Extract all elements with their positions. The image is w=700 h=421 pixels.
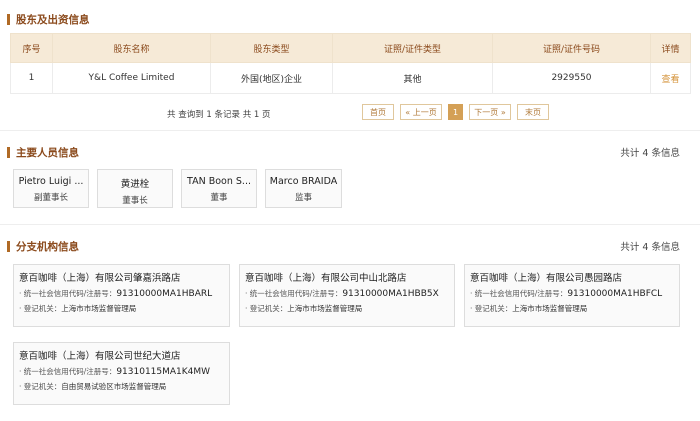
cell-cert-type: 其他 [332, 62, 493, 94]
branch-authority-row: · 登记机关：自由贸易试验区市场监督管理局 [19, 382, 167, 391]
branch-code-row: · 统一社会信用代码/注册号：91310000MA1HBARL [19, 289, 213, 299]
branch-code-label: 统一社会信用代码/注册号： [249, 289, 343, 298]
branch-code: 91310000MA1HBB5X [342, 289, 439, 299]
person-card[interactable]: TAN Boon S... 董事 [181, 169, 257, 208]
pager-current-page[interactable]: 1 [448, 104, 463, 120]
person-card[interactable]: Marco BRAIDA 监事 [265, 169, 342, 208]
pager-first-button[interactable]: 首页 [362, 104, 394, 120]
table-header-row: 序号 股东名称 股东类型 证照/证件类型 证照/证件号码 详情 [10, 33, 691, 63]
branch-name: 意百咖啡（上海）有限公司中山北路店 [245, 273, 407, 284]
pager-last-button[interactable]: 末页 [517, 104, 549, 120]
shareholders-title: 股东及出资信息 [16, 14, 90, 26]
col-header-cert-type: 证照/证件类型 [332, 33, 493, 63]
person-role: 董事 [210, 193, 228, 203]
shareholders-table: 序号 股东名称 股东类型 证照/证件类型 证照/证件号码 详情 1 Y&L Co… [10, 33, 691, 94]
personnel-count: 共计 4 条信息 [620, 148, 680, 159]
branch-code-label: 统一社会信用代码/注册号： [23, 367, 117, 376]
cell-cert-no: 2929550 [492, 62, 651, 94]
person-card[interactable]: Pietro Luigi ... 副董事长 [13, 169, 89, 208]
cell-shareholder-name: Y&L Coffee Limited [52, 62, 211, 94]
person-role: 监事 [294, 193, 312, 203]
table-row: 1 Y&L Coffee Limited 外国(地区)企业 其他 2929550… [10, 62, 691, 94]
branch-authority-row: · 登记机关：上海市市场监督管理局 [470, 304, 588, 313]
shareholders-section-title: 股东及出资信息 [7, 12, 90, 27]
branch-card[interactable]: 意百咖啡（上海）有限公司肇嘉浜路店 · 统一社会信用代码/注册号：9131000… [13, 264, 230, 327]
col-header-cert-no: 证照/证件号码 [492, 33, 651, 63]
branch-name: 意百咖啡（上海）有限公司愚园路店 [470, 273, 623, 284]
branch-code-row: · 统一社会信用代码/注册号：91310000MA1HBFCL [470, 289, 663, 299]
branch-authority-label: 登记机关： [23, 304, 62, 313]
branches-title: 分支机构信息 [16, 241, 79, 253]
record-summary: 共 查询到 1 条记录 共 1 页 [167, 110, 271, 120]
pager-prev-button[interactable]: « 上一页 [400, 104, 442, 120]
person-role: 董事长 [122, 196, 148, 206]
col-header-type: 股东类型 [210, 33, 333, 63]
branch-authority: 自由贸易试验区市场监督管理局 [61, 382, 167, 391]
section-divider [0, 130, 700, 131]
branch-authority-row: · 登记机关：上海市市场监督管理局 [245, 304, 363, 313]
cell-index: 1 [10, 62, 53, 94]
branch-authority-label: 登记机关： [23, 382, 62, 391]
section-accent-bar [7, 241, 10, 252]
person-name: TAN Boon S... [187, 176, 251, 187]
person-name: Pietro Luigi ... [18, 176, 84, 187]
col-header-index: 序号 [10, 33, 53, 63]
col-header-name: 股东名称 [52, 33, 211, 63]
branch-code-row: · 统一社会信用代码/注册号：91310115MA1K4MW [19, 367, 211, 377]
branch-card[interactable]: 意百咖啡（上海）有限公司世纪大道店 · 统一社会信用代码/注册号：9131011… [13, 342, 230, 405]
branch-code-row: · 统一社会信用代码/注册号：91310000MA1HBB5X [245, 289, 439, 299]
branch-card[interactable]: 意百咖啡（上海）有限公司愚园路店 · 统一社会信用代码/注册号：91310000… [464, 264, 680, 327]
personnel-title: 主要人员信息 [16, 147, 79, 159]
branch-name: 意百咖啡（上海）有限公司世纪大道店 [19, 351, 181, 362]
pager-next-button[interactable]: 下一页 » [469, 104, 511, 120]
branches-section-title: 分支机构信息 [7, 239, 79, 254]
branch-code: 91310000MA1HBFCL [567, 289, 663, 299]
person-card[interactable]: 黄进栓 董事长 [97, 169, 173, 208]
section-accent-bar [7, 147, 10, 158]
personnel-section-title: 主要人员信息 [7, 145, 79, 160]
branch-authority-row: · 登记机关：上海市市场监督管理局 [19, 304, 137, 313]
branch-authority: 上海市市场监督管理局 [287, 304, 363, 313]
cell-shareholder-type: 外国(地区)企业 [210, 62, 333, 94]
branch-code: 91310000MA1HBARL [116, 289, 213, 299]
branch-authority: 上海市市场监督管理局 [512, 304, 588, 313]
branch-name: 意百咖啡（上海）有限公司肇嘉浜路店 [19, 273, 181, 284]
branch-code-label: 统一社会信用代码/注册号： [474, 289, 568, 298]
view-detail-link[interactable]: 查看 [650, 62, 691, 94]
branch-authority: 上海市市场监督管理局 [61, 304, 137, 313]
section-divider [0, 224, 700, 225]
branch-authority-label: 登记机关： [474, 304, 513, 313]
person-name: Marco BRAIDA [269, 176, 338, 187]
branch-card[interactable]: 意百咖啡（上海）有限公司中山北路店 · 统一社会信用代码/注册号：9131000… [239, 264, 455, 327]
person-name: 黄进栓 [120, 179, 150, 190]
person-role: 副董事长 [33, 193, 68, 203]
section-accent-bar [7, 14, 10, 25]
branches-count: 共计 4 条信息 [620, 242, 680, 253]
col-header-detail: 详情 [650, 33, 691, 63]
branch-code: 91310115MA1K4MW [116, 367, 211, 377]
branch-code-label: 统一社会信用代码/注册号： [23, 289, 117, 298]
branch-authority-label: 登记机关： [249, 304, 288, 313]
